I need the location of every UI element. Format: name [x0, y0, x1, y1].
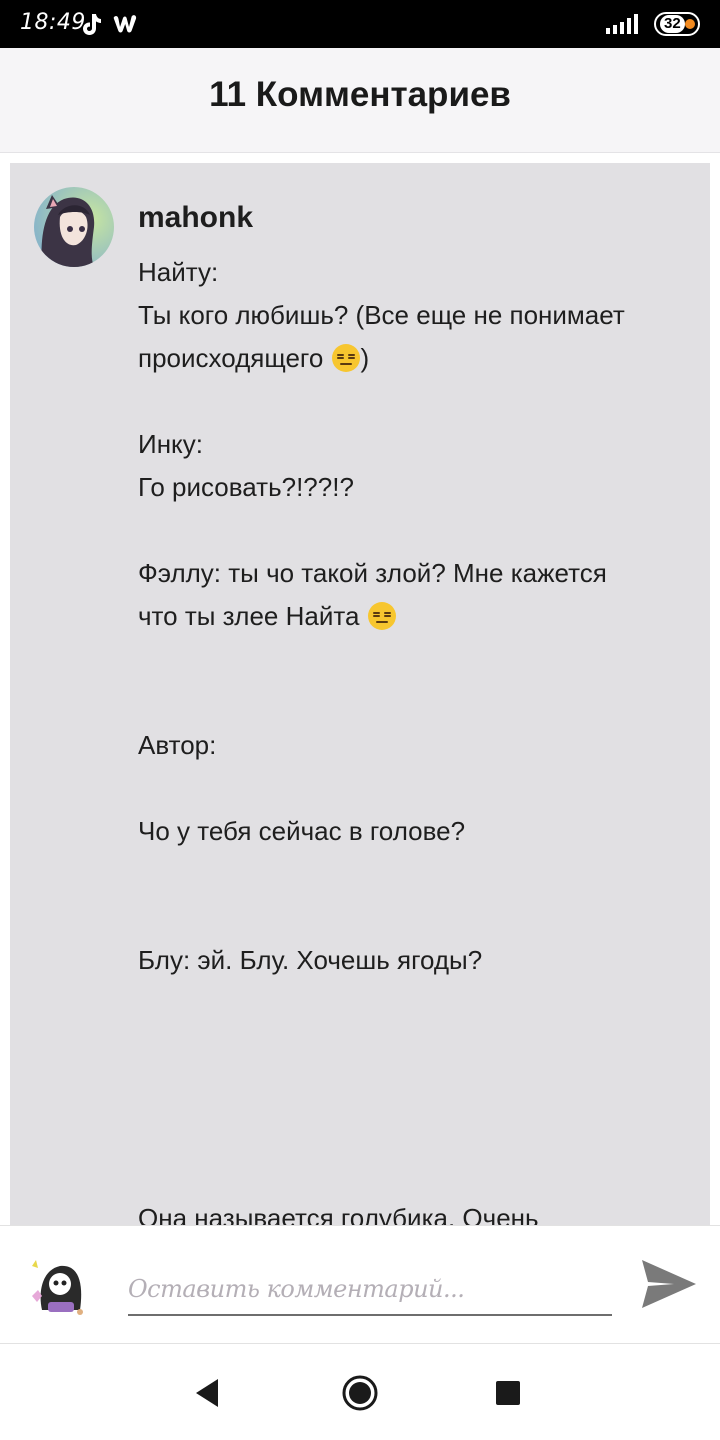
comment-line: Она называется голубика. Очень — [138, 1203, 539, 1225]
comment-card[interactable]: mahonk Найту: Ты кого любишь? (Все еще н… — [10, 163, 710, 1225]
comment-line — [138, 638, 678, 681]
comment-body: Найту: Ты кого любишь? (Все еще не поним… — [138, 251, 678, 1225]
expressionless-face-emoji — [331, 344, 360, 372]
author-name[interactable]: mahonk — [138, 201, 253, 235]
comment-line: что ты злее Найта — [138, 595, 678, 638]
comment-line: Фэллу: ты чо такой злой? Мне кажется — [138, 558, 607, 588]
comment-line — [138, 509, 678, 552]
system-nav-bar — [0, 1345, 720, 1440]
comment-line: Чо у тебя сейчас в голове? — [138, 816, 466, 846]
battery-icon: 32 — [654, 12, 700, 36]
comments-header: 11 Комментариев — [0, 48, 720, 153]
comment-line: Автор: — [138, 730, 217, 760]
home-icon[interactable] — [340, 1373, 380, 1413]
comment-line: Го рисовать?!??!? — [138, 472, 354, 502]
comment-line — [138, 896, 678, 939]
comment-line — [138, 767, 678, 810]
comment-line — [138, 380, 678, 423]
status-time: 18:49 — [20, 10, 86, 35]
comment-line: происходящего ) — [138, 337, 678, 380]
expressionless-face-emoji — [367, 602, 396, 630]
comment-line — [138, 1025, 678, 1068]
battery-saver-dot — [685, 19, 695, 29]
comment-line: Найту: — [138, 257, 219, 287]
comment-input[interactable] — [128, 1264, 612, 1316]
send-icon[interactable] — [638, 1256, 698, 1312]
battery-level: 32 — [660, 15, 685, 33]
signal-icon — [606, 14, 638, 34]
comment-line: Блу: эй. Блу. Хочешь ягоды? — [138, 945, 483, 975]
comment-line-text: что ты злее Найта — [138, 601, 367, 631]
comment-line — [138, 1111, 678, 1154]
status-bar: 18:49 32 — [0, 0, 720, 48]
comment-line-text: происходящего — [138, 343, 331, 373]
recent-apps-icon[interactable] — [488, 1373, 528, 1413]
tiktok-icon — [83, 14, 101, 35]
comment-line-tail: ) — [360, 343, 370, 373]
comment-line — [138, 1068, 678, 1111]
page-title: 11 Комментариев — [209, 75, 511, 114]
comment-line: Инку: — [138, 429, 203, 459]
comment-input-bar — [0, 1225, 720, 1344]
comment-line — [138, 681, 678, 724]
wattpad-icon — [113, 15, 137, 33]
comment-line — [138, 1154, 678, 1197]
comment-line — [138, 853, 678, 896]
comment-line — [138, 982, 678, 1025]
comment-line: Ты кого любишь? (Все еще не понимает — [138, 300, 625, 330]
author-avatar[interactable] — [34, 187, 114, 267]
back-icon[interactable] — [188, 1373, 228, 1413]
comment-list[interactable]: mahonk Найту: Ты кого любишь? (Все еще н… — [0, 153, 720, 1225]
user-avatar[interactable] — [26, 1252, 94, 1320]
